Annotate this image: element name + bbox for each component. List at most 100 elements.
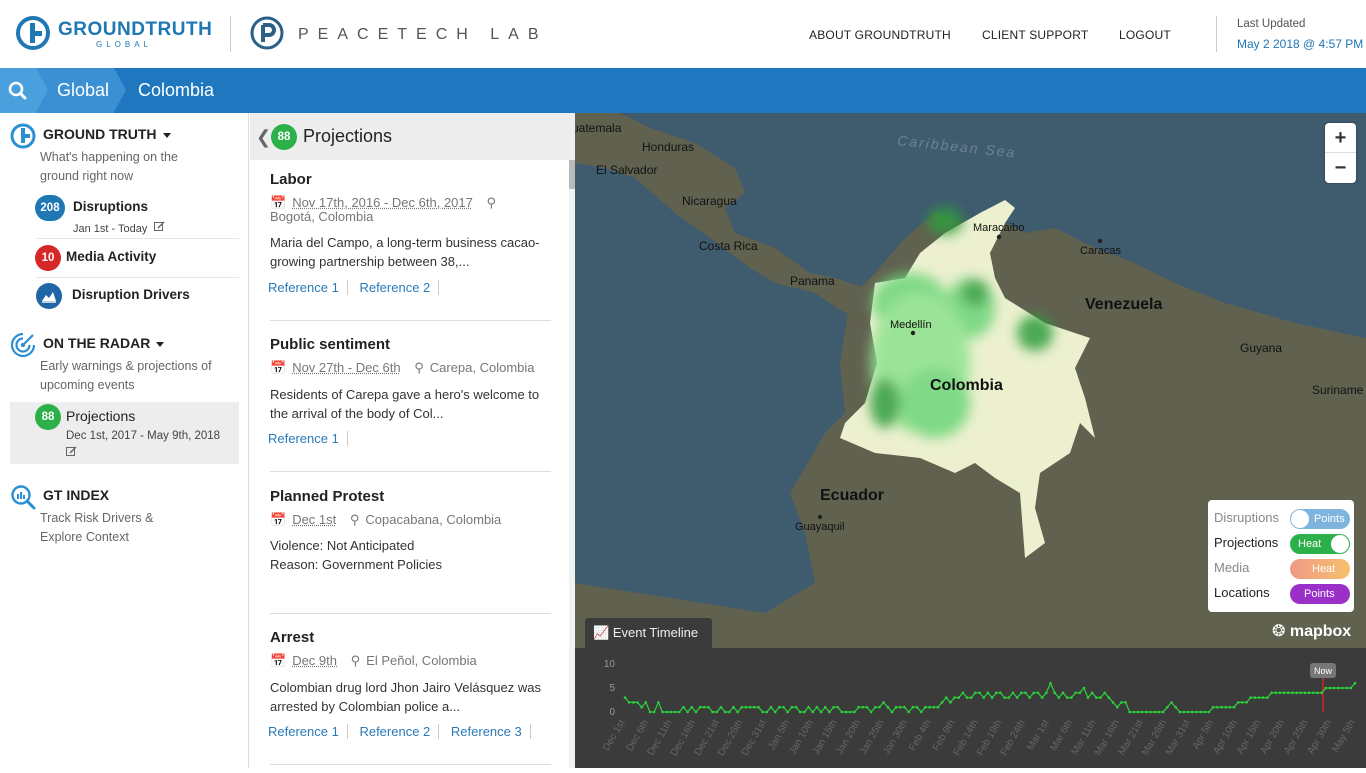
nav-logout[interactable]: LOGOUT: [1119, 28, 1171, 42]
sidebar-item-projections[interactable]: Projections: [66, 408, 135, 424]
timeline-point: [882, 701, 885, 704]
timeline-point: [1145, 710, 1148, 714]
timeline-point: [965, 696, 969, 699]
media-activity-count-badge: 10: [35, 245, 61, 271]
timeline-svg[interactable]: 1050 Dec 1stDec 6thDec 11thDec 16thDec 2…: [575, 648, 1366, 768]
timeline-point: [648, 710, 652, 714]
timeline-point: [1282, 691, 1286, 695]
toggle-projections[interactable]: Heat: [1290, 534, 1350, 554]
ground-truth-section-toggle[interactable]: GROUND TRUTH: [43, 126, 171, 142]
reference-link[interactable]: Reference 3: [450, 724, 531, 739]
timeline-point: [907, 710, 910, 714]
timeline-point: [1153, 710, 1157, 714]
peacetech-logo-icon: [250, 16, 284, 50]
timeline-point: [1120, 701, 1123, 704]
timeline-point: [1115, 705, 1119, 709]
caribbean-sea-label: Caribbean Sea: [897, 132, 1017, 160]
breadcrumb: Global Colombia: [0, 68, 1366, 113]
timeline-point: [1261, 696, 1265, 699]
breadcrumb-search-button[interactable]: [0, 68, 36, 113]
timeline-point: [853, 710, 856, 714]
edit-icon[interactable]: [66, 446, 77, 457]
timeline-point: [869, 710, 873, 714]
timeline-point: [836, 705, 840, 709]
timeline-point: [1316, 691, 1319, 695]
reference-link[interactable]: Reference 1: [268, 280, 348, 295]
card-body-reason: Reason: Government Policies: [270, 557, 442, 572]
timeline-point: [861, 705, 865, 709]
card-title[interactable]: Labor: [270, 171, 312, 188]
nav-client-support[interactable]: CLIENT SUPPORT: [982, 28, 1088, 42]
timeline-point: [840, 710, 844, 714]
edit-icon[interactable]: [154, 221, 165, 232]
timeline-point: [636, 701, 639, 704]
breadcrumb-search-arrow: [36, 68, 48, 112]
sidebar-item-disruptions[interactable]: Disruptions: [73, 199, 148, 214]
on-the-radar-section-toggle[interactable]: ON THE RADAR: [43, 335, 165, 351]
mapbox-logo-icon: ❂: [1272, 623, 1286, 640]
breadcrumb-colombia[interactable]: Colombia: [138, 80, 214, 101]
legend-label-projections: Projections: [1214, 535, 1279, 550]
timeline-point: [1353, 681, 1357, 685]
ground-truth-section-desc: What's happening on the ground right now: [40, 150, 178, 183]
groundtruth-logo-sub: GLOBAL: [96, 40, 153, 49]
event-timeline-chart[interactable]: 10 5 0 Dec 1st Dec 6th Dec 11th Dec 16th Dec 2…: [575, 648, 1366, 768]
timeline-point: [844, 710, 848, 714]
timeline-point: [961, 691, 965, 695]
timeline-point: [1241, 701, 1244, 704]
event-timeline-tab[interactable]: 📈 Event Timeline: [585, 618, 712, 648]
card-body: Colombian drug lord Jhon Jairo Velásquez…: [270, 680, 541, 714]
timeline-point: [1299, 691, 1303, 695]
timeline-point: [1128, 710, 1132, 714]
timeline-point: [686, 710, 689, 714]
zoom-out-button[interactable]: −: [1325, 153, 1356, 183]
timeline-point: [727, 710, 731, 714]
timeline-point: [1257, 696, 1261, 699]
card-title[interactable]: Public sentiment: [270, 336, 390, 353]
reference-link[interactable]: Reference 2: [359, 280, 440, 295]
zoom-in-button[interactable]: +: [1325, 123, 1356, 153]
card-title[interactable]: Planned Protest: [270, 488, 384, 505]
timeline-point: [919, 710, 923, 714]
city-dot-caracas: [1097, 238, 1103, 244]
x-tick-label: Apr 5th: [1191, 718, 1217, 751]
gt-index-section-title[interactable]: GT INDEX: [43, 487, 109, 503]
chevron-left-icon[interactable]: ❮: [256, 127, 271, 148]
zoom-control: + −: [1325, 123, 1356, 183]
header: GROUNDTRUTH GLOBAL PEACETECH LAB ABOUT G…: [0, 0, 1366, 68]
timeline-point: [782, 705, 785, 709]
timeline-point: [1236, 701, 1240, 704]
timeline-point: [1186, 710, 1190, 714]
breadcrumb-global[interactable]: Global: [57, 80, 109, 101]
mapbox-attribution[interactable]: ❂ mapbox: [1272, 621, 1351, 641]
sidebar-item-disruption-drivers[interactable]: Disruption Drivers: [72, 287, 190, 302]
card-title[interactable]: Arrest: [270, 629, 314, 646]
toggle-knob: [1331, 535, 1349, 553]
groundtruth-logo[interactable]: GROUNDTRUTH GLOBAL: [16, 16, 212, 52]
timeline-point: [778, 705, 781, 709]
reference-link[interactable]: Reference 2: [359, 724, 440, 739]
map-marker-icon: ⚲: [349, 512, 360, 527]
toggle-label: Points: [1304, 588, 1335, 600]
radar-section-icon: [10, 332, 36, 358]
toggle-locations[interactable]: Points: [1290, 584, 1350, 604]
card-body: Residents of Carepa gave a hero's welcom…: [270, 387, 540, 421]
timeline-point: [1070, 696, 1073, 699]
sidebar-item-media-activity[interactable]: Media Activity: [66, 249, 156, 264]
reference-link[interactable]: Reference 1: [268, 724, 348, 739]
projections-date-range: Dec 1st, 2017 - May 9th, 2018: [66, 430, 221, 442]
timeline-point: [661, 710, 664, 714]
toggle-disruptions[interactable]: Points: [1290, 509, 1350, 529]
timeline-point: [1053, 691, 1056, 695]
timeline-point: [1307, 691, 1311, 695]
groundtruth-section-icon: [10, 123, 36, 149]
nav-about-groundtruth[interactable]: ABOUT GROUNDTRUTH: [809, 28, 951, 42]
timeline-point: [732, 705, 735, 709]
map[interactable]: Caribbean Sea uatemala Honduras El Salva…: [575, 113, 1366, 648]
timeline-point: [1224, 705, 1227, 709]
timeline-point: [1019, 691, 1023, 695]
timeline-point: [1032, 691, 1036, 695]
y-tick-label: 0: [609, 707, 615, 718]
reference-link[interactable]: Reference 1: [268, 431, 348, 446]
toggle-media[interactable]: Heat: [1290, 559, 1350, 579]
